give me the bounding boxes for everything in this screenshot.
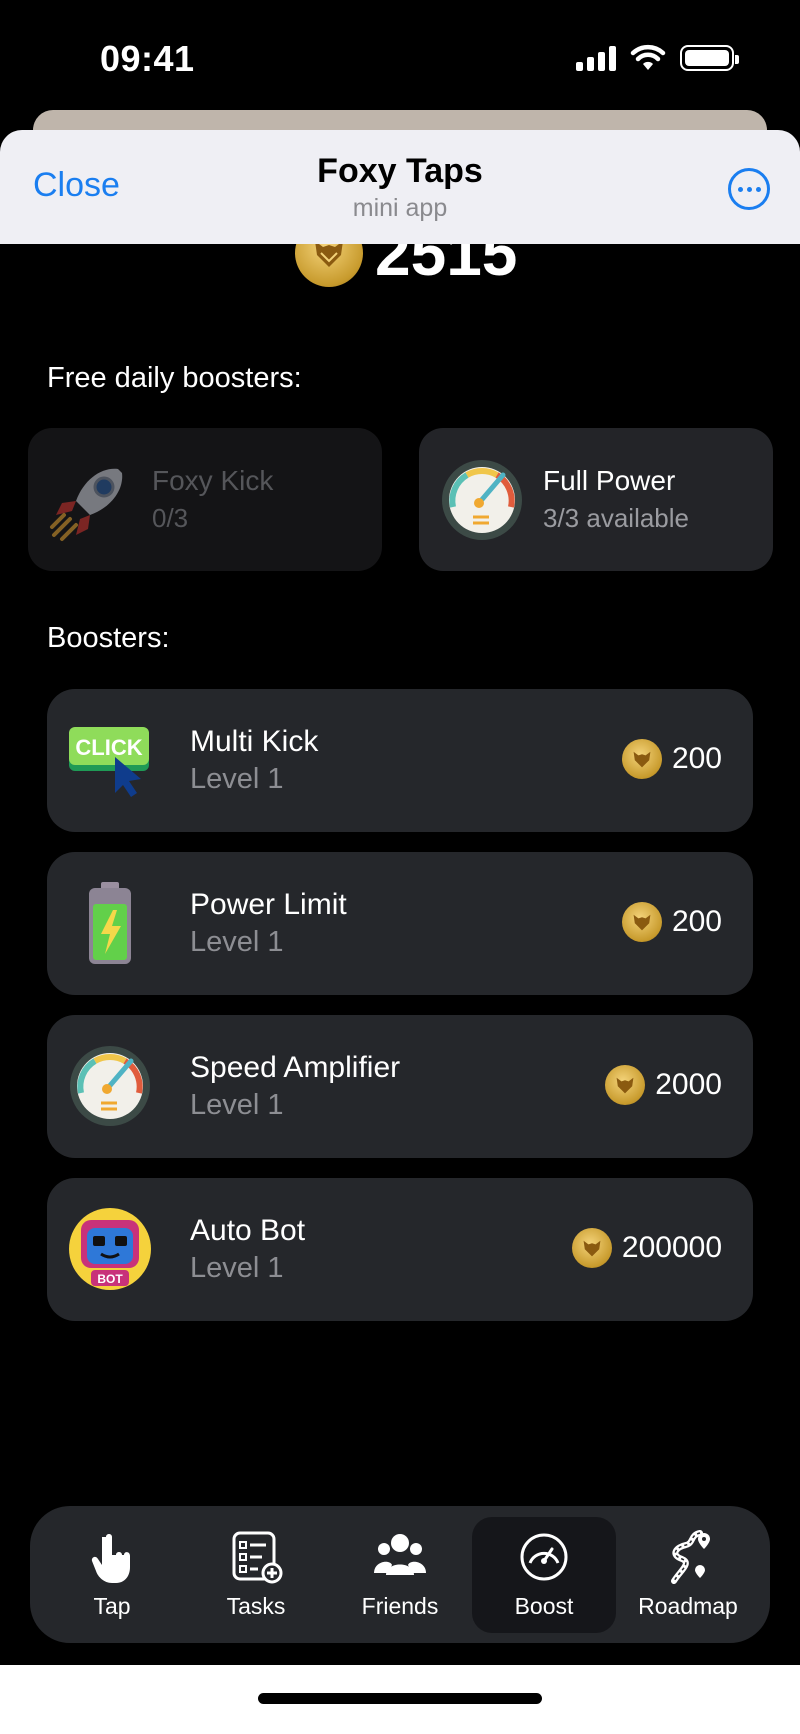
- wifi-icon: [630, 44, 666, 70]
- dot: [755, 186, 761, 192]
- fox-coin-icon: [621, 739, 662, 779]
- status-time: 09:41: [100, 38, 195, 79]
- booster-price-value: 200: [671, 905, 722, 938]
- booster-level: Level 1: [190, 926, 284, 958]
- nav-label: Friends: [361, 1593, 439, 1619]
- booster-name: Auto Bot: [190, 1214, 306, 1247]
- booster-name: Speed Amplifier: [190, 1051, 401, 1084]
- speedometer-icon: [70, 1046, 150, 1126]
- gauge-icon: [520, 1533, 568, 1581]
- booster-name: Multi Kick: [190, 725, 319, 758]
- booster-price: 200: [621, 902, 722, 942]
- booster-speed-amplifier[interactable]: Speed Amplifier Level 1 2000: [47, 1015, 753, 1158]
- daily-boosters-title: Free daily boosters:: [47, 362, 302, 394]
- nav-roadmap[interactable]: Roadmap: [616, 1517, 760, 1633]
- nav-tap[interactable]: Tap: [40, 1517, 184, 1633]
- nav-tasks[interactable]: Tasks: [184, 1517, 328, 1633]
- click-icon: CLICK: [69, 727, 149, 797]
- daily-booster-full-power[interactable]: Full Power 3/3 available: [419, 428, 773, 571]
- svg-text:CLICK: CLICK: [75, 735, 142, 760]
- booster-auto-bot[interactable]: BOT Auto Bot Level 1 200000: [47, 1178, 753, 1321]
- home-indicator[interactable]: [258, 1693, 542, 1704]
- booster-price: 200000: [571, 1228, 722, 1268]
- daily-booster-status: 0/3: [152, 503, 189, 533]
- checklist-icon: [232, 1531, 283, 1584]
- battery-icon: [89, 882, 131, 964]
- nav-label: Boost: [514, 1593, 574, 1619]
- nav-label: Roadmap: [638, 1593, 738, 1619]
- rocket-icon: [50, 468, 123, 541]
- daily-booster-foxy-kick[interactable]: Foxy Kick 0/3: [28, 428, 382, 571]
- home-indicator-area: [0, 1665, 800, 1734]
- booster-level: Level 1: [190, 1252, 284, 1284]
- bottom-navigation: Tap Tasks Friends Boost Roadmap: [30, 1506, 770, 1643]
- robot-icon: BOT: [69, 1208, 151, 1290]
- roadmap-icon: [671, 1530, 710, 1584]
- more-options-button[interactable]: [728, 168, 770, 210]
- booster-price-value: 200: [671, 742, 722, 775]
- dot: [737, 186, 743, 192]
- fox-coin-icon: [571, 1228, 612, 1268]
- svg-text:BOT: BOT: [97, 1272, 123, 1286]
- booster-level: Level 1: [190, 1089, 284, 1121]
- fox-coin-icon: [605, 1065, 646, 1105]
- app-subtitle: mini app: [352, 194, 448, 222]
- boosters-title: Boosters:: [47, 622, 170, 654]
- status-icons: [576, 44, 739, 72]
- fox-coin-icon: [621, 902, 662, 942]
- booster-power-limit[interactable]: Power Limit Level 1 200: [47, 852, 753, 995]
- tap-hand-icon: [91, 1534, 130, 1583]
- daily-booster-status: 3/3 available: [543, 503, 689, 533]
- nav-boost[interactable]: Boost: [472, 1516, 616, 1633]
- status-bar: 09:41: [0, 0, 800, 110]
- friends-icon: [374, 1534, 426, 1575]
- nav-label: Tasks: [226, 1593, 286, 1619]
- booster-name: Power Limit: [190, 888, 347, 921]
- mini-app-header: Close Foxy Taps mini app: [0, 130, 800, 244]
- booster-price: 200: [621, 739, 722, 779]
- booster-multi-kick[interactable]: CLICK Multi Kick Level 1 200: [47, 689, 753, 832]
- booster-level: Level 1: [190, 763, 284, 795]
- cellular-signal-icon: [576, 45, 616, 71]
- nav-friends[interactable]: Friends: [328, 1517, 472, 1633]
- dot: [746, 186, 752, 192]
- daily-booster-name: Foxy Kick: [152, 465, 274, 496]
- battery-icon: [680, 45, 739, 71]
- speedometer-icon: [442, 459, 522, 540]
- booster-price: 2000: [605, 1065, 722, 1105]
- booster-price-value: 2000: [655, 1068, 722, 1101]
- app-title: Foxy Taps: [317, 152, 483, 190]
- booster-price-value: 200000: [621, 1231, 722, 1264]
- nav-label: Tap: [93, 1593, 131, 1619]
- daily-booster-name: Full Power: [543, 465, 676, 496]
